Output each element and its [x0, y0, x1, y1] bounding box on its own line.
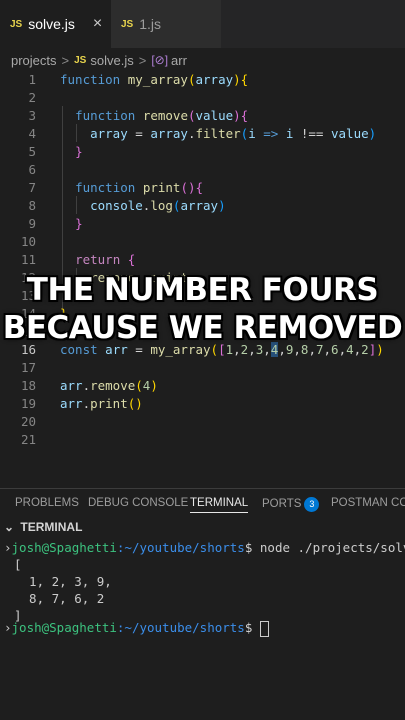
line-number: 6	[28, 161, 36, 177]
terminal-section-header[interactable]: ⌄ TERMINAL	[0, 520, 405, 538]
code-line: 8 console.log(array)	[0, 196, 405, 214]
tab-terminal[interactable]: TERMINAL	[190, 497, 249, 513]
line-number: 19	[20, 395, 36, 411]
code-line: 2	[0, 88, 405, 106]
terminal-cursor	[259, 620, 269, 637]
breadcrumb-file[interactable]: solve.js	[90, 53, 133, 68]
code-line: 20	[0, 412, 405, 430]
terminal-output-line: [	[14, 557, 22, 572]
tab-debug-console[interactable]: DEBUG CONSOLE	[88, 497, 188, 509]
code-line: 21	[0, 430, 405, 448]
code-line: 19 arr.print()	[0, 394, 405, 412]
breadcrumb-folder[interactable]: projects	[11, 53, 57, 68]
line-number: 20	[20, 413, 36, 429]
line-number: 10	[20, 233, 36, 249]
terminal-prompt-line: ›josh@Spaghetti:~/youtube/shorts$ node .…	[4, 540, 405, 555]
code-line: 9 }	[0, 214, 405, 232]
line-number: 7	[28, 179, 36, 195]
code-line: 4 array = array.filter(i => i !== value)	[0, 124, 405, 142]
tab-1-js[interactable]: JS 1.js	[111, 0, 221, 48]
javascript-file-icon: JS	[10, 18, 23, 30]
code-line: 7 function print(){	[0, 178, 405, 196]
line-number: 4	[28, 125, 36, 141]
line-number: 18	[20, 377, 36, 393]
breadcrumb-symbol[interactable]: arr	[171, 53, 187, 68]
tab-problems[interactable]: PROBLEMS	[15, 497, 79, 509]
code-line: 5 }	[0, 142, 405, 160]
line-number: 5	[28, 143, 36, 159]
bottom-area	[0, 655, 405, 720]
variable-symbol-icon: [⊘]	[151, 53, 169, 67]
line-number: 17	[20, 359, 36, 375]
caption-line-2: BECAUSE WE REMOVED	[2, 310, 403, 346]
line-number: 1	[28, 71, 36, 87]
tab-solve-js[interactable]: JS solve.js ×	[0, 0, 111, 48]
ports-count-badge: 3	[304, 497, 320, 512]
editor-tab-bar: JS solve.js × JS 1.js	[0, 0, 405, 48]
chevron-down-icon: ⌄	[4, 520, 15, 534]
line-number: 8	[28, 197, 36, 213]
close-icon[interactable]: ×	[93, 15, 102, 33]
terminal-output[interactable]: ›josh@Spaghetti:~/youtube/shorts$ node .…	[0, 538, 405, 638]
code-line: 3 function remove(value){	[0, 106, 405, 124]
tab-ports[interactable]: PORTS 3	[262, 497, 320, 512]
code-line: 18 arr.remove(4)	[0, 376, 405, 394]
code-line: 6	[0, 160, 405, 178]
code-line: 11 return {	[0, 250, 405, 268]
line-number: 9	[28, 215, 36, 231]
line-number: 21	[20, 431, 36, 447]
chevron-right-icon: >	[138, 52, 147, 68]
javascript-file-icon: JS	[74, 54, 87, 66]
code-line: 17	[0, 358, 405, 376]
tab-label: 1.js	[139, 16, 162, 32]
tab-postman-console[interactable]: POSTMAN CON	[331, 497, 405, 509]
terminal-output-line: 8, 7, 6, 2	[14, 591, 105, 606]
javascript-file-icon: JS	[121, 18, 134, 30]
caption-line-1: THE NUMBER FOURS	[26, 272, 379, 308]
line-number: 3	[28, 107, 36, 123]
panel-tab-bar: PROBLEMS DEBUG CONSOLE TERMINAL PORTS 3 P…	[0, 488, 405, 519]
code-line: 10	[0, 232, 405, 250]
chevron-right-icon: >	[61, 52, 70, 68]
terminal-output-line: 1, 2, 3, 9,	[14, 574, 112, 589]
line-number: 2	[28, 89, 36, 105]
code-line: 1 function my_array(array){	[0, 70, 405, 88]
tab-label: solve.js	[28, 16, 75, 32]
breadcrumb: projects > JS solve.js > [⊘] arr	[0, 48, 405, 72]
line-number: 11	[20, 251, 36, 267]
terminal-prompt-line: ›josh@Spaghetti:~/youtube/shorts$	[4, 620, 269, 637]
